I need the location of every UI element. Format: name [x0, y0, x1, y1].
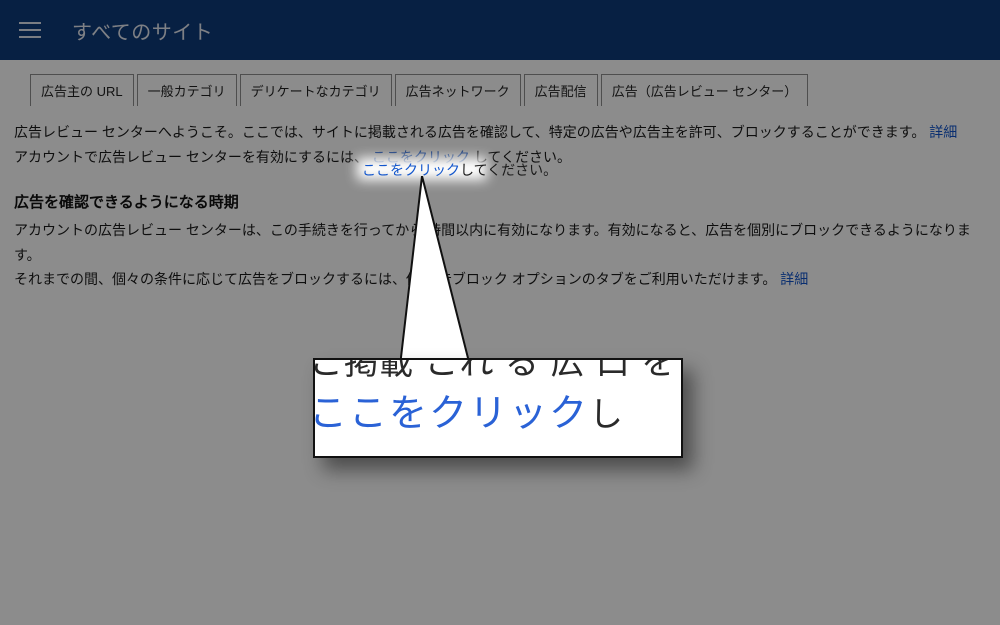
tab-bar: 広告主の URL 一般カテゴリ デリケートなカテゴリ 広告ネットワーク 広告配信…: [30, 74, 990, 106]
tab-advertiser-url[interactable]: 広告主の URL: [30, 74, 134, 106]
section-body-b-text: それまでの間、個々の条件に応じて広告をブロックするには、他の 告ブロック オプシ…: [14, 271, 776, 287]
tab-ad-review-center[interactable]: 広告（広告レビュー センター）: [601, 74, 809, 106]
tab-sensitive-categories[interactable]: デリケートなカテゴリ: [240, 74, 392, 106]
details-link-2[interactable]: 詳細: [780, 271, 808, 287]
topbar: すべてのサイト: [0, 0, 1000, 60]
details-link-1[interactable]: 詳細: [929, 124, 957, 140]
section-heading: 広告を確認できるようになる時期: [14, 191, 984, 212]
content-area: 広告主の URL 一般カテゴリ デリケートなカテゴリ 広告ネットワーク 広告配信…: [0, 60, 1000, 625]
intro-line2-b: してください。: [474, 149, 571, 165]
tab-ad-networks[interactable]: 広告ネットワーク: [395, 74, 521, 106]
tab-ad-serving[interactable]: 広告配信: [524, 74, 598, 106]
section-body-b: それまでの間、個々の条件に応じて広告をブロックするには、他の 告ブロック オプシ…: [14, 267, 984, 292]
intro-line1-text: 広告レビュー センターへようこそ。ここでは、サイトに掲載される広告を確認して、特…: [14, 124, 925, 140]
section-body-a: アカウントの広告レビュー センターは、この手続きを行ってから 時間以内に有効にな…: [14, 218, 984, 267]
intro-line2-a: アカウントで広告レビュー センターを有効にするには、: [14, 149, 368, 165]
click-here-link[interactable]: ここをクリック: [372, 149, 470, 165]
tab-general-categories[interactable]: 一般カテゴリ: [137, 74, 237, 106]
intro-line-1: 広告レビュー センターへようこそ。ここでは、サイトに掲載される広告を確認して、特…: [14, 120, 984, 145]
page-title: すべてのサイト: [72, 16, 213, 45]
intro-line-2: アカウントで広告レビュー センターを有効にするには、 ここをクリック してくださ…: [14, 145, 984, 170]
hamburger-menu-icon[interactable]: [16, 16, 44, 44]
body-text: 広告レビュー センターへようこそ。ここでは、サイトに掲載される広告を確認して、特…: [10, 106, 990, 292]
